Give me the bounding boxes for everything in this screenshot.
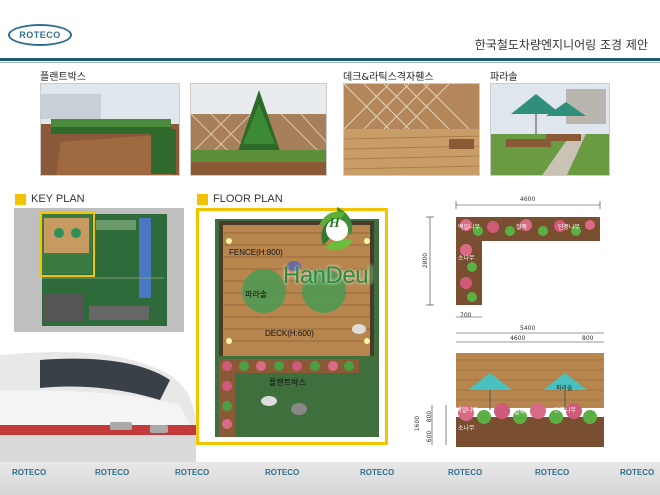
- deck-label: DECK(H:600): [265, 329, 314, 338]
- photo-garden-tree: [190, 83, 327, 176]
- plan-label-0: 백일나무: [458, 224, 481, 231]
- train-image: [0, 330, 200, 470]
- plan-label-3: 소나무: [458, 255, 475, 262]
- dim-800: 800: [582, 335, 594, 342]
- dim-4600: 4600: [510, 335, 526, 342]
- fence-label: FENCE(H:800): [229, 248, 283, 257]
- dim-side: 2800: [422, 252, 430, 269]
- elev-label-0: 파라솔: [556, 385, 573, 392]
- handeul-letter: H: [329, 216, 340, 231]
- key-plan-panel: [14, 208, 184, 332]
- dim-600: 600: [426, 430, 434, 443]
- footer-logo-2: ROTECO: [95, 468, 130, 477]
- handeul-watermark-text: HanDeul: [283, 262, 373, 289]
- photo-parasol: [490, 83, 610, 176]
- elev-label-3: 단풍나무: [554, 407, 577, 414]
- plan-label-2: 단풍나무: [558, 224, 581, 231]
- elevation-drawings: 4600 2800 700 5400 4600 800 1600 600 800…: [414, 195, 636, 455]
- footer-logo-3: ROTECO: [175, 468, 210, 477]
- floor-plan-title: FLOOR PLAN: [213, 193, 283, 205]
- footer-logo-1: ROTECO: [12, 468, 47, 477]
- dim-700: 700: [460, 312, 472, 319]
- floor-plan-marker: [197, 194, 208, 205]
- roteco-logo: ROTECO: [8, 24, 72, 46]
- footer-logo-5: ROTECO: [360, 468, 395, 477]
- footer-logo-4: ROTECO: [265, 468, 300, 477]
- photo-label-parasol: 파라솔: [490, 72, 518, 83]
- elev-label-4: 소나무: [458, 425, 475, 432]
- logo-text: ROTECO: [19, 30, 61, 40]
- footer-logo-8: ROTECO: [620, 468, 655, 477]
- floor-plan-frame: FENCE(H:800) 파라솔 DECK(H:600) 플랜트박스: [196, 208, 388, 445]
- key-plan-title: KEY PLAN: [31, 193, 85, 205]
- header-rule: [0, 58, 660, 61]
- dim-top: 4600: [520, 196, 536, 203]
- key-plan-drawing: [39, 211, 167, 326]
- elev-label-2: 철쭉: [514, 409, 526, 416]
- dim-5400: 5400: [520, 325, 536, 332]
- elev-label-1: 백일나무: [456, 407, 479, 414]
- plant-box-label: 플랜트박스: [269, 378, 306, 387]
- photo-label-plant-box: 플랜트박스: [40, 72, 86, 83]
- floor-plan-drawing: [215, 219, 379, 437]
- photo-plant-box: [40, 83, 180, 176]
- page-title: 한국철도차량엔지니어링 조경 제안: [474, 38, 648, 52]
- footer-logo-7: ROTECO: [535, 468, 570, 477]
- key-plan-marker: [15, 194, 26, 205]
- header-rule-thin: [0, 62, 660, 63]
- dim-1600: 1600: [414, 415, 422, 432]
- photo-deck-fence: [343, 83, 480, 176]
- parasol-label: 파라솔: [245, 290, 268, 299]
- dim-800b: 800: [426, 410, 434, 423]
- photo-label-deck-fence: 데크&라틱스격자휀스: [343, 72, 434, 83]
- plan-label-1: 철쭉: [516, 224, 528, 231]
- footer-bar: [0, 462, 660, 495]
- footer-logo-6: ROTECO: [448, 468, 483, 477]
